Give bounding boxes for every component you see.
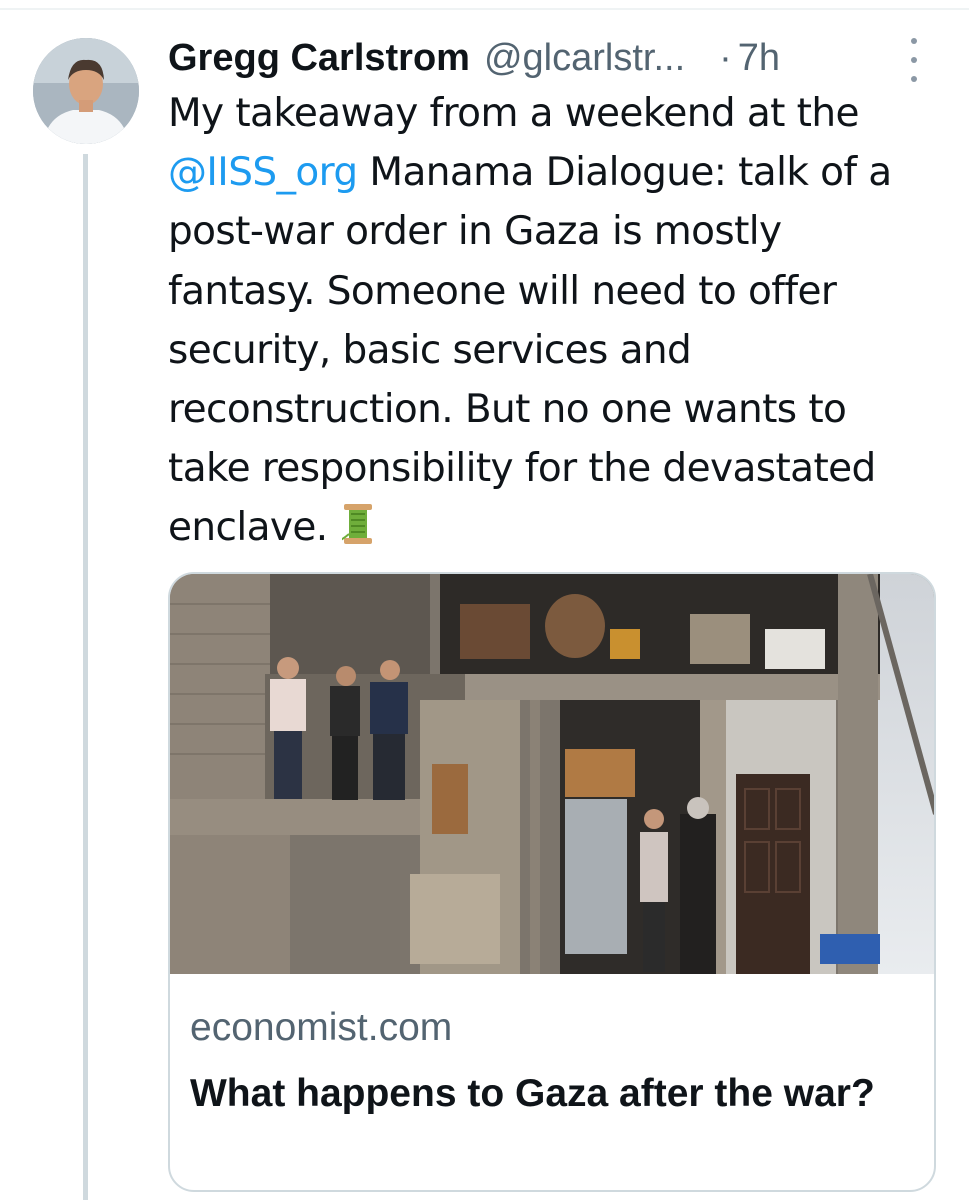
tweet-text-line: take responsibility for the devastated	[168, 446, 876, 492]
card-domain: economist.com	[190, 1006, 453, 1049]
tweet-text: My takeaway from a weekend at the @IISS_…	[168, 84, 948, 564]
link-card[interactable]: economist.com What happens to Gaza after…	[168, 572, 936, 1192]
mention-link[interactable]: @IISS_org	[168, 150, 358, 195]
timestamp[interactable]: 7h	[738, 37, 780, 80]
tweet-header: Gregg Carlstrom @glcarlstr... · 7h	[168, 30, 928, 86]
tweet-text-line: My takeaway from a weekend at the	[168, 91, 859, 136]
card-title[interactable]: What happens to Gaza after the war?	[190, 1066, 890, 1122]
bombed-building-photo	[170, 574, 934, 974]
tweet-text-line: fantasy. Someone will need to offer	[168, 268, 837, 314]
author-handle[interactable]: @glcarlstr...	[484, 37, 685, 80]
more-vertical-icon[interactable]	[902, 38, 926, 82]
spool-of-thread-emoji	[335, 502, 374, 563]
tweet-text-line: @IISS_org Manama Dialogue: talk of a	[168, 150, 892, 196]
tweet-text-line: post-war order in Gaza is mostly	[168, 209, 782, 255]
tweet-text-line: reconstruction. But no one wants to	[168, 387, 847, 433]
separator-dot: ·	[719, 36, 732, 79]
tweet-text-line: enclave.	[168, 498, 948, 563]
author-avatar[interactable]	[33, 38, 139, 144]
tweet-text-line: security, basic services and	[168, 327, 692, 373]
thread-connector-line	[83, 154, 88, 1200]
card-image[interactable]	[170, 574, 934, 974]
avatar-photo-icon	[33, 38, 139, 144]
author-name[interactable]: Gregg Carlstrom	[168, 37, 470, 80]
top-divider	[0, 8, 969, 10]
